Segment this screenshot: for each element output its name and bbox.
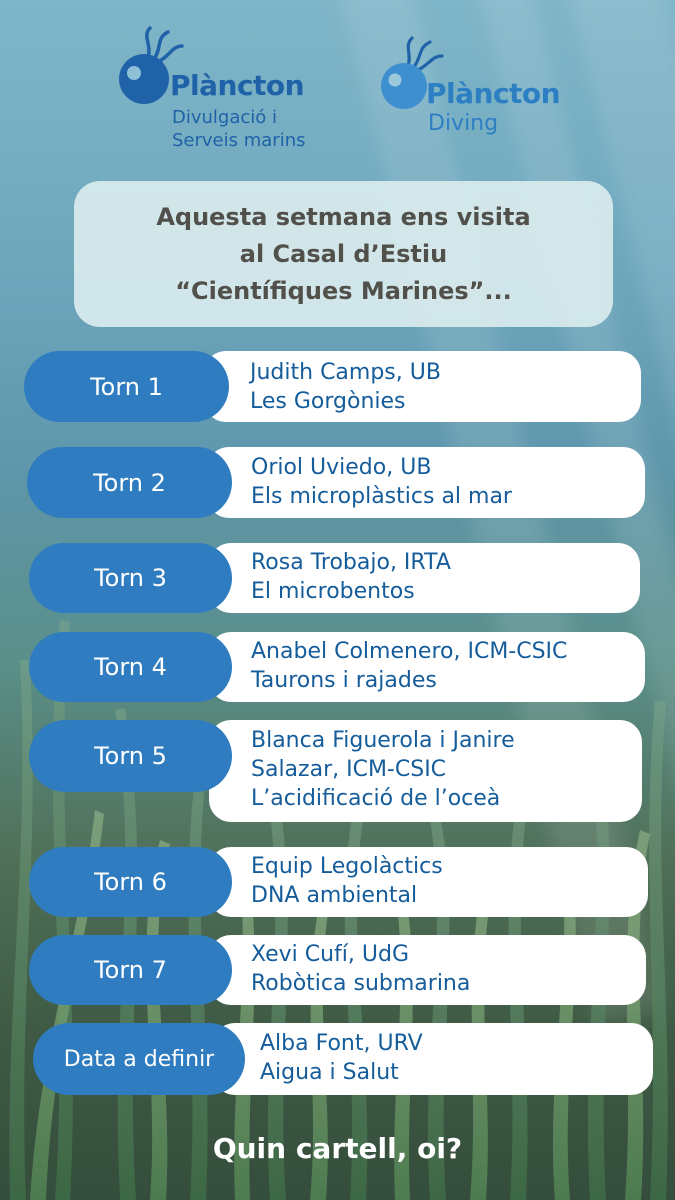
- headline-line: “Científiques Marines”...: [175, 276, 512, 305]
- info-line: DNA ambiental: [251, 883, 418, 908]
- headline-line: al Casal d’Estiu: [239, 239, 448, 268]
- info-line: Anabel Colmenero, ICM-CSIC: [251, 639, 568, 664]
- turn-info: Judith Camps, UB Les Gorgònies: [250, 358, 441, 416]
- plancton-divulgacio-logo: Plàncton Divulgació i Serveis marins: [112, 24, 342, 154]
- info-line: Judith Camps, UB: [250, 360, 441, 385]
- plancton-diving-logo: Plàncton Diving: [374, 32, 584, 142]
- info-line: L’acidificació de l’oceà: [251, 786, 501, 811]
- info-line: Aigua i Salut: [260, 1060, 399, 1085]
- turn-info: Blanca Figuerola i Janire Salazar, ICM-C…: [251, 726, 515, 813]
- logo-subtitle: Divulgació i Serveis marins: [172, 106, 305, 152]
- logo-subtitle: Diving: [428, 111, 499, 136]
- turn-info: Anabel Colmenero, ICM-CSIC Taurons i raj…: [251, 637, 567, 695]
- headline-line: Aquesta setmana ens visita: [156, 202, 531, 231]
- turn-pill: Torn 6: [29, 847, 232, 917]
- info-line: Oriol Uviedo, UB: [251, 455, 432, 480]
- turn-info: Oriol Uviedo, UB Els microplàstics al ma…: [251, 453, 512, 511]
- headline-box: Aquesta setmana ens visita al Casal d’Es…: [74, 181, 613, 327]
- info-line: Les Gorgònies: [250, 389, 406, 414]
- turn-info: Alba Font, URV Aigua i Salut: [260, 1029, 423, 1087]
- schedule-row: Torn 1 Judith Camps, UB Les Gorgònies: [24, 351, 641, 422]
- turn-pill: Torn 3: [29, 543, 232, 613]
- info-line: Salazar, ICM-CSIC: [251, 757, 447, 782]
- info-line: Robòtica submarina: [251, 971, 471, 996]
- logo-brand: Plàncton: [170, 69, 305, 102]
- footer-text: Quin cartell, oi?: [212, 1132, 463, 1165]
- schedule-row: Torn 7 Xevi Cufí, UdG Robòtica submarina: [29, 935, 646, 1005]
- info-line: Blanca Figuerola i Janire: [251, 728, 515, 753]
- schedule-row: Torn 5 Blanca Figuerola i Janire Salazar…: [29, 720, 642, 822]
- turn-info: Xevi Cufí, UdG Robòtica submarina: [251, 940, 470, 998]
- schedule-row: Torn 6 Equip Legolàctics DNA ambiental: [29, 847, 648, 917]
- turn-info: Rosa Trobajo, IRTA El microbentos: [251, 548, 451, 606]
- schedule-row: Torn 4 Anabel Colmenero, ICM-CSIC Tauron…: [29, 632, 645, 702]
- turn-pill: Torn 2: [27, 447, 232, 518]
- info-line: Els microplàstics al mar: [251, 484, 512, 509]
- turn-pill: Torn 4: [29, 632, 232, 702]
- logo-subtitle-line: Serveis marins: [172, 130, 306, 151]
- turn-info: Equip Legolàctics DNA ambiental: [251, 852, 443, 910]
- info-line: Alba Font, URV: [260, 1031, 423, 1056]
- info-line: Xevi Cufí, UdG: [251, 942, 410, 967]
- turn-pill: Torn 5: [29, 720, 232, 792]
- info-line: Rosa Trobajo, IRTA: [251, 550, 451, 575]
- logo-subtitle-line: Divulgació i: [172, 107, 278, 128]
- schedule-row: Torn 3 Rosa Trobajo, IRTA El microbentos: [29, 543, 640, 613]
- info-line: Taurons i rajades: [251, 668, 437, 693]
- info-line: El microbentos: [251, 579, 415, 604]
- poster: Plàncton Divulgació i Serveis marins Plà…: [0, 0, 675, 1200]
- info-line: Equip Legolàctics: [251, 854, 443, 879]
- schedule-row: Data a definir Alba Font, URV Aigua i Sa…: [33, 1023, 653, 1095]
- turn-pill: Torn 1: [24, 351, 229, 422]
- schedule-row: Torn 2 Oriol Uviedo, UB Els microplàstic…: [27, 447, 645, 518]
- logo-brand: Plàncton: [426, 77, 561, 110]
- turn-pill: Torn 7: [29, 935, 232, 1005]
- turn-pill: Data a definir: [33, 1023, 245, 1095]
